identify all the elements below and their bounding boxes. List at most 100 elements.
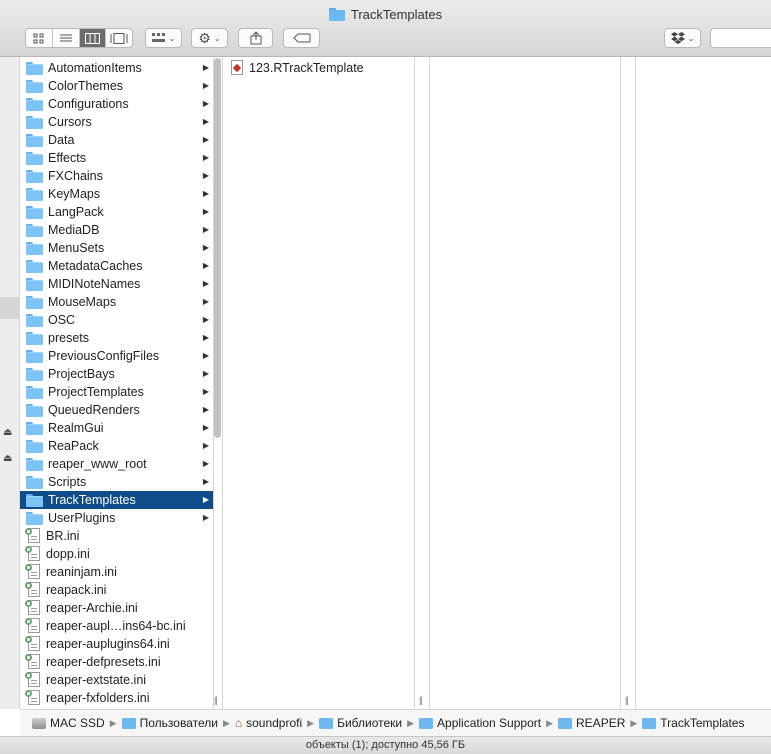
path-separator-icon: ▶: [307, 717, 315, 728]
ini-file-icon: [25, 528, 41, 544]
folder-icon: [26, 133, 43, 147]
folder-row[interactable]: TrackTemplates ▶: [20, 491, 213, 509]
path-crumb[interactable]: ▶ REAPER: [541, 716, 625, 730]
folder-icon: [26, 151, 43, 165]
browser-column-1: AutomationItems ▶ ColorThemes ▶ Configuratio…: [20, 57, 214, 709]
folder-icon: [26, 367, 43, 381]
folder-row[interactable]: FXChains ▶: [20, 167, 213, 185]
disclosure-arrow-icon: ▶: [202, 423, 209, 432]
folder-row[interactable]: Scripts ▶: [20, 473, 213, 491]
path-crumb-label: MAC SSD: [50, 716, 105, 730]
disclosure-arrow-icon: ▶: [202, 135, 209, 144]
folder-row[interactable]: RealmGui ▶: [20, 419, 213, 437]
folder-row[interactable]: MouseMaps ▶: [20, 293, 213, 311]
folder-row[interactable]: LangPack ▶: [20, 203, 213, 221]
disclosure-arrow-icon: ▶: [202, 513, 209, 522]
disclosure-arrow-icon: ▶: [202, 117, 209, 126]
path-crumb-label: Библиотеки: [337, 716, 403, 730]
gear-icon: ⚙: [198, 29, 211, 46]
path-crumb[interactable]: ▶ Пользователи: [105, 716, 218, 730]
folder-row[interactable]: reaper_www_root ▶: [20, 455, 213, 473]
tag-icon: [292, 33, 310, 43]
column-1-scrollbar[interactable]: [214, 58, 221, 438]
folder-row[interactable]: Effects ▶: [20, 149, 213, 167]
item-label: Scripts: [48, 475, 87, 489]
gallery-view-button[interactable]: [106, 29, 132, 47]
folder-row[interactable]: KeyMaps ▶: [20, 185, 213, 203]
sidebar-selected-item[interactable]: [0, 297, 19, 319]
folder-row[interactable]: PreviousConfigFiles ▶: [20, 347, 213, 365]
item-label: ReaPack: [48, 439, 99, 453]
path-crumb[interactable]: ▶ Библиотеки: [302, 716, 402, 730]
folder-row[interactable]: Cursors ▶: [20, 113, 213, 131]
icon-view-button[interactable]: [26, 29, 53, 47]
folder-icon: [26, 169, 43, 183]
window-title-text: TrackTemplates: [350, 7, 443, 22]
disclosure-arrow-icon: ▶: [202, 405, 209, 414]
folder-row[interactable]: QueuedRenders ▶: [20, 401, 213, 419]
tags-button[interactable]: [283, 28, 320, 48]
folder-row[interactable]: ColorThemes ▶: [20, 77, 213, 95]
arrange-button[interactable]: ⌄: [145, 28, 182, 48]
folder-row[interactable]: ReaPack ▶: [20, 437, 213, 455]
folder-row[interactable]: UserPlugins ▶: [20, 509, 213, 527]
disclosure-arrow-icon: ▶: [202, 63, 209, 72]
disclosure-arrow-icon: ▶: [202, 369, 209, 378]
file-row[interactable]: dopp.ini: [20, 545, 213, 563]
file-row[interactable]: reaper-extstate.ini: [20, 671, 213, 689]
action-gear-button[interactable]: ⚙ ⌄: [191, 28, 228, 48]
file-row[interactable]: 123.RTrackTemplate: [223, 59, 414, 77]
item-label: reaper-defpresets.ini: [46, 655, 161, 669]
folder-row[interactable]: MediaDB ▶: [20, 221, 213, 239]
folder-row[interactable]: ProjectTemplates ▶: [20, 383, 213, 401]
search-field[interactable]: [710, 28, 771, 48]
file-row[interactable]: reaper-fxfolders.ini: [20, 689, 213, 707]
icon-view-icon: [33, 33, 44, 43]
folder-row[interactable]: MenuSets ▶: [20, 239, 213, 257]
ini-file-icon: [25, 564, 41, 580]
path-separator-icon: ▶: [109, 717, 117, 728]
eject-icon[interactable]: ⏏: [3, 427, 12, 438]
disclosure-arrow-icon: ▶: [202, 333, 209, 342]
folder-row[interactable]: OSC ▶: [20, 311, 213, 329]
gallery-view-icon: [110, 32, 128, 44]
folder-icon: [26, 61, 43, 75]
item-label: AutomationItems: [48, 61, 142, 75]
folder-row[interactable]: Data ▶: [20, 131, 213, 149]
file-row[interactable]: reaper-auplugins64.ini: [20, 635, 213, 653]
folder-row[interactable]: MIDINoteNames ▶: [20, 275, 213, 293]
path-crumb[interactable]: MAC SSD: [20, 716, 105, 730]
share-button[interactable]: [238, 28, 273, 48]
dropbox-button[interactable]: ⌄: [664, 28, 701, 48]
view-mode-segmented-control[interactable]: [25, 28, 133, 48]
path-crumb[interactable]: ▶ Application Support: [402, 716, 541, 730]
folder-icon: [26, 349, 43, 363]
list-view-button[interactable]: [53, 29, 80, 47]
folder-icon: [26, 97, 43, 111]
file-row[interactable]: reapack.ini: [20, 581, 213, 599]
folder-row[interactable]: Configurations ▶: [20, 95, 213, 113]
folder-row[interactable]: ProjectBays ▶: [20, 365, 213, 383]
disclosure-arrow-icon: ▶: [202, 189, 209, 198]
file-row[interactable]: reaper-defpresets.ini: [20, 653, 213, 671]
path-crumb[interactable]: ▶ TrackTemplates: [625, 716, 744, 730]
column-view-button[interactable]: [79, 29, 107, 47]
folder-row[interactable]: presets ▶: [20, 329, 213, 347]
eject-icon[interactable]: ⏏: [3, 453, 12, 464]
path-crumb-label: Application Support: [437, 716, 542, 730]
folder-row[interactable]: MetadataCaches ▶: [20, 257, 213, 275]
item-label: UserPlugins: [48, 511, 116, 525]
item-label: Effects: [48, 151, 86, 165]
ini-file-icon: [25, 672, 41, 688]
disclosure-arrow-icon: ▶: [202, 207, 209, 216]
file-row[interactable]: reaper-aupl…ins64-bc.ini: [20, 617, 213, 635]
folder-icon: [26, 313, 43, 327]
file-row[interactable]: BR.ini: [20, 527, 213, 545]
folder-icon: [419, 717, 434, 729]
sidebar-collapsed: ⏏ ⏏: [0, 57, 20, 709]
file-row[interactable]: reaper-Archie.ini: [20, 599, 213, 617]
file-row[interactable]: reaninjam.ini: [20, 563, 213, 581]
folder-row[interactable]: AutomationItems ▶: [20, 59, 213, 77]
path-crumb-label: soundprofi: [246, 716, 303, 730]
path-crumb[interactable]: ▶ ⌂ soundprofi: [218, 716, 302, 730]
